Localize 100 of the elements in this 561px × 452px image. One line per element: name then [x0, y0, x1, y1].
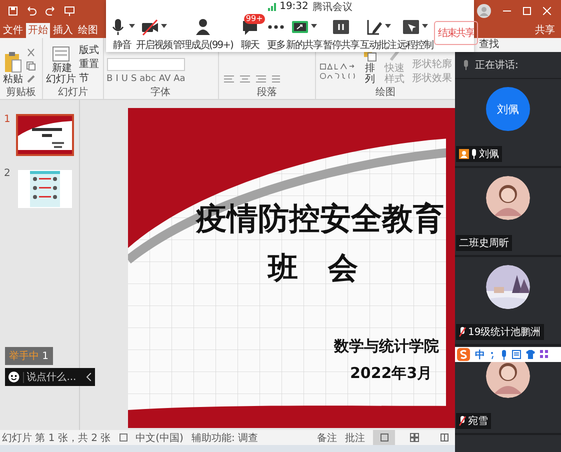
- group-label: 幻灯片: [56, 86, 89, 99]
- undo-icon[interactable]: [26, 6, 37, 16]
- copy-icon[interactable]: [26, 61, 36, 71]
- slide-thumbnail[interactable]: [16, 168, 74, 210]
- notes-page-icon[interactable]: [118, 433, 128, 442]
- group-label: 剪贴板: [5, 86, 37, 99]
- caret-icon[interactable]: [310, 24, 317, 28]
- slide-icon: [52, 46, 70, 62]
- group-label: 字体: [150, 86, 172, 99]
- font-format-button[interactable]: Aa: [174, 74, 186, 84]
- ribbon-tab[interactable]: 插入: [51, 23, 75, 38]
- slide-thumbnail[interactable]: [16, 114, 74, 156]
- font-format-button[interactable]: AV: [158, 74, 171, 84]
- meeting-control-button[interactable]: 静音: [109, 13, 135, 52]
- presenter-icon[interactable]: [64, 6, 75, 16]
- participant-name: 19级统计池鹏洲: [468, 326, 541, 339]
- participant-tile[interactable]: 19级统计池鹏洲: [455, 257, 561, 346]
- clipboard-icon: [4, 51, 22, 73]
- font-format-button[interactable]: S: [130, 74, 137, 84]
- paste-button[interactable]: 粘贴: [3, 51, 23, 86]
- layout-button[interactable]: 版式: [79, 45, 99, 56]
- save-icon[interactable]: [8, 6, 18, 16]
- participant-name: 宛雪: [468, 414, 488, 428]
- caret-icon[interactable]: [422, 24, 428, 28]
- comments-button[interactable]: 批注: [345, 430, 365, 444]
- participant-name: 二班史周昕: [459, 236, 509, 250]
- collapse-icon[interactable]: [86, 372, 92, 382]
- meeting-control-button[interactable]: 管理成员(99+): [173, 13, 233, 52]
- cut-icon[interactable]: [26, 48, 36, 58]
- signal-icon: [268, 2, 276, 10]
- font-name-field[interactable]: [106, 58, 185, 71]
- emoji-icon[interactable]: [8, 371, 20, 383]
- slide-title: 疫情防控安全教育: [196, 200, 445, 239]
- microphone-icon[interactable]: [501, 350, 507, 360]
- grid-icon: [410, 433, 418, 442]
- participant-name: 刘佩: [479, 148, 499, 161]
- speaking-label: 正在讲话:: [475, 58, 518, 72]
- grid-icon[interactable]: [540, 350, 548, 359]
- participant-tile[interactable]: 刘佩 刘佩: [455, 79, 561, 168]
- group-label: 段落: [256, 86, 278, 99]
- find-button[interactable]: 查找: [479, 38, 499, 52]
- ribbon-tab[interactable]: 绘图: [76, 23, 100, 38]
- font-format-button[interactable]: abc: [140, 74, 156, 84]
- punctuation-icon[interactable]: [490, 350, 496, 360]
- account-avatar-icon[interactable]: [477, 4, 491, 18]
- font-format-button[interactable]: I: [116, 74, 118, 84]
- caret-icon[interactable]: [161, 24, 167, 28]
- close-icon[interactable]: [543, 7, 551, 15]
- slide-number: 2: [4, 168, 12, 179]
- align-icon[interactable]: [222, 74, 282, 84]
- person-avatar-icon: [486, 176, 530, 220]
- camera-off-icon: [141, 18, 159, 36]
- caret-icon[interactable]: [129, 24, 135, 28]
- participant-tile[interactable]: 二班史周昕: [455, 168, 561, 257]
- meeting-control-button[interactable]: 开启视频: [136, 13, 172, 52]
- shirt-icon[interactable]: [526, 350, 535, 359]
- new-slide-button[interactable]: 新建幻灯片: [46, 46, 76, 86]
- slide-number: 1: [4, 114, 12, 125]
- meeting-control-button[interactable]: 暂停共享: [322, 13, 359, 52]
- caret-icon[interactable]: [384, 24, 391, 28]
- chat-input[interactable]: 说点什么...: [5, 368, 95, 386]
- avatar: 刘佩: [486, 87, 530, 131]
- format-painter-icon[interactable]: [26, 74, 36, 84]
- reset-button[interactable]: 重置: [79, 59, 99, 70]
- meeting-control-button[interactable]: 新的共享: [286, 13, 322, 52]
- input-method-logo-icon[interactable]: [457, 348, 470, 361]
- font-format-button[interactable]: U: [121, 74, 128, 84]
- slide-count-text: 幻灯片 第 1 张，共 2 张: [2, 432, 111, 444]
- slide-subtitle: 班 会: [268, 250, 358, 288]
- input-mode-text[interactable]: 中: [475, 348, 485, 362]
- slide-organization: 数学与统计学院: [334, 337, 439, 356]
- section-button[interactable]: 节: [79, 73, 89, 84]
- more-icon: [266, 25, 285, 29]
- single-slide-icon: [380, 433, 388, 442]
- accessibility-text[interactable]: 辅助功能: 调查: [191, 430, 258, 444]
- keyboard-icon[interactable]: [512, 350, 521, 359]
- redo-icon[interactable]: [45, 6, 56, 16]
- pen-icon: [364, 18, 383, 36]
- meeting-title: 腾讯会议: [312, 0, 352, 14]
- person-icon: [194, 18, 212, 36]
- group-label: 绘图: [374, 86, 396, 99]
- meeting-control-button[interactable]: 99+ 聊天: [234, 13, 266, 52]
- ribbon-tab[interactable]: 文件: [1, 23, 25, 38]
- book-icon: [440, 433, 448, 442]
- font-format-button[interactable]: B: [106, 74, 113, 84]
- raised-hands-badge[interactable]: 举手中 1: [5, 347, 53, 365]
- pause-icon: [332, 18, 350, 36]
- cursor-icon: [402, 18, 420, 36]
- unread-badge: 99+: [244, 14, 265, 24]
- ribbon-tab[interactable]: 开始: [26, 23, 50, 38]
- end-sharing-button[interactable]: 结束共享: [434, 20, 478, 44]
- slide-date: 2022年3月: [350, 364, 432, 383]
- language-text[interactable]: 中文(中国): [136, 430, 184, 444]
- normal-view-button[interactable]: [373, 430, 395, 445]
- microphone-icon: [463, 60, 469, 70]
- screen-share-icon: [290, 18, 309, 36]
- notes-button[interactable]: 备注: [317, 430, 337, 444]
- share-button[interactable]: 共享: [535, 22, 555, 38]
- meeting-control-button[interactable]: 更多: [266, 13, 285, 52]
- maximize-icon[interactable]: [523, 7, 531, 15]
